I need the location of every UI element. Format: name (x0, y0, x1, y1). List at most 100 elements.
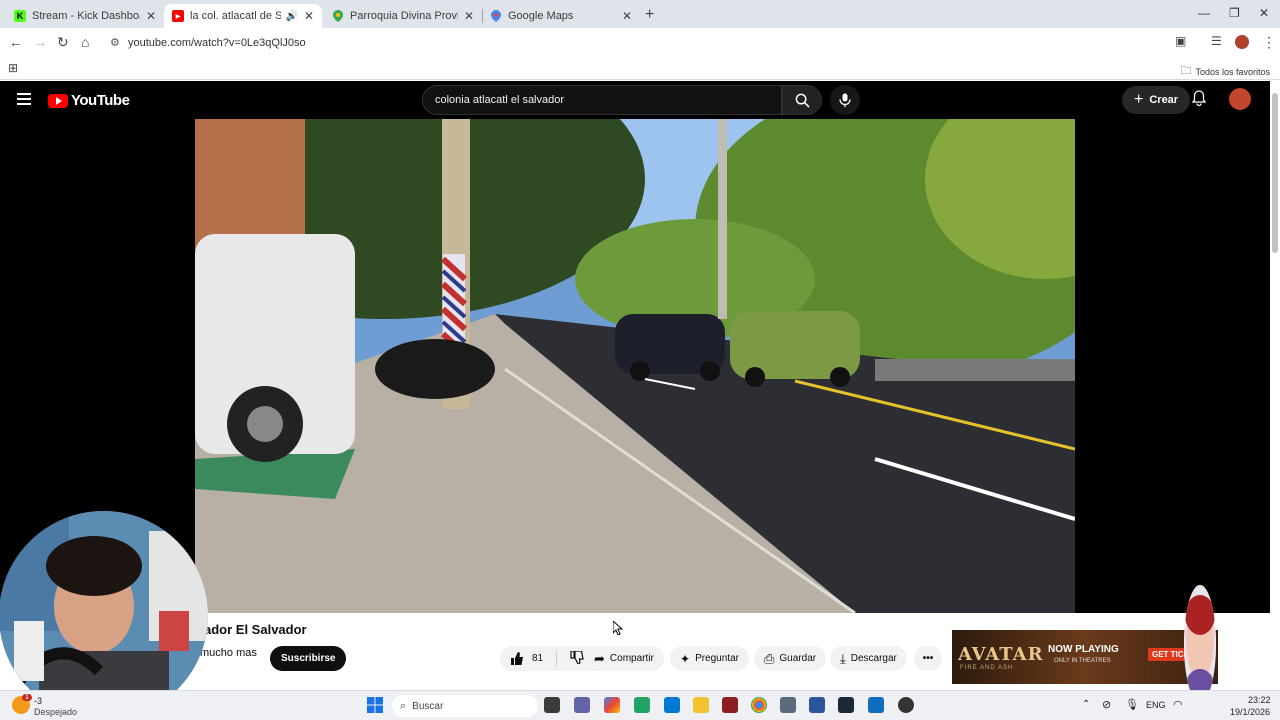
webcam-frame (0, 511, 208, 720)
wifi-icon[interactable]: ◠ (1173, 698, 1183, 711)
side-panel-icon[interactable]: ▣ (1175, 34, 1186, 48)
ad-subtext: ONLY IN THEATRES (1054, 658, 1111, 664)
word-icon[interactable] (809, 697, 825, 713)
url-text: youtube.com/watch?v=0Le3qQlJ0so (128, 37, 306, 49)
channel-subtitle: mucho mas (200, 647, 257, 659)
outlook-icon[interactable] (664, 697, 680, 713)
minimize-button[interactable]: — (1198, 6, 1210, 20)
tab-title: Parroquia Divina Providencia - (350, 10, 458, 22)
tab-kick-dashboard[interactable]: K Stream - Kick Dashboard ✕ (6, 4, 165, 28)
all-bookmarks-label: Todos los favoritos (1195, 66, 1270, 77)
clock-date[interactable]: 19/1/2026 (1230, 707, 1270, 717)
video-player[interactable] (195, 119, 1075, 613)
like-button[interactable]: 81 (510, 652, 543, 665)
share-label: Compartir (609, 653, 654, 664)
youtube-logo-text: YouTube (71, 92, 130, 109)
ask-button[interactable]: ✦ Preguntar (670, 646, 749, 671)
teams-icon[interactable] (574, 697, 590, 713)
youtube-logo[interactable]: YouTube (48, 92, 130, 109)
media-app-icon[interactable] (722, 697, 738, 713)
tab-google-maps[interactable]: Google Maps ✕ (482, 4, 640, 28)
bookmark-icon: ⎙ (764, 650, 775, 666)
hamburger-menu-icon[interactable] (17, 93, 31, 108)
app-green-icon[interactable] (634, 697, 650, 713)
ask-label: Preguntar (695, 653, 739, 664)
camera-app-icon[interactable] (780, 697, 796, 713)
close-icon[interactable]: ✕ (622, 9, 632, 23)
sparkle-icon: ✦ (680, 651, 691, 666)
more-horizontal-icon: ••• (922, 653, 934, 664)
forward-icon[interactable]: → (33, 34, 47, 50)
all-bookmarks[interactable]: 🗀 Todos los favoritos (1180, 62, 1270, 81)
close-icon[interactable]: ✕ (304, 9, 314, 23)
browser-tab-bar: K Stream - Kick Dashboard ✕ ▶ la col. at… (0, 0, 1280, 28)
page-scrollbar[interactable] (1270, 81, 1280, 690)
microphone-icon (839, 93, 851, 107)
search-button[interactable] (782, 85, 822, 115)
thumbs-down-icon (570, 649, 584, 665)
address-bar[interactable]: ⚙ youtube.com/watch?v=0Le3qQlJ0so (104, 31, 1164, 55)
home-icon[interactable]: ⌂ (81, 34, 89, 50)
close-window-button[interactable]: ✕ (1259, 6, 1269, 20)
new-tab-button[interactable]: + (645, 6, 654, 24)
download-button[interactable]: ⤓ Descargar (830, 646, 907, 671)
share-button[interactable]: ➦ Compartir (584, 646, 664, 671)
voice-search-button[interactable] (830, 85, 860, 115)
network-icon[interactable]: ⊘ (1102, 698, 1111, 711)
secondary-overlay (1184, 585, 1216, 703)
taskbar-search[interactable]: ⌕ Buscar (392, 695, 538, 717)
weather-text: Despejado (34, 707, 78, 717)
more-actions-button[interactable]: ••• (914, 646, 942, 671)
mouse-cursor (612, 619, 624, 638)
apps-grid-icon[interactable]: ⊞ (8, 61, 18, 75)
microphone-tray-icon[interactable]: 🎙 (1125, 698, 1139, 711)
youtube-masthead: YouTube colonia atlacatl el salvador + C… (0, 81, 1270, 119)
site-info-icon[interactable]: ⚙ (110, 36, 120, 49)
file-explorer-icon[interactable] (693, 697, 709, 713)
obs-icon[interactable] (898, 697, 914, 713)
bookmarks-bar: ⊞ 🗀 Todos los favoritos (0, 58, 1280, 80)
tab-youtube-video[interactable]: ▶ la col. atlacatl de San Salva 🔊 ✕ (164, 4, 322, 28)
search-input[interactable]: colonia atlacatl el salvador (422, 85, 782, 115)
speaker-icon[interactable]: 🔊 (285, 11, 297, 22)
tab-parroquia[interactable]: Parroquia Divina Providencia - ✕ (324, 4, 483, 28)
chrome-icon[interactable] (751, 697, 767, 713)
store-icon[interactable] (868, 697, 884, 713)
user-avatar[interactable] (1229, 88, 1251, 110)
menu-icon[interactable]: ⋮ (1262, 34, 1276, 51)
windows-start-icon[interactable] (367, 697, 383, 713)
create-label: Crear (1149, 94, 1179, 106)
copilot-icon[interactable] (604, 697, 620, 713)
profile-avatar[interactable] (1235, 35, 1249, 49)
restore-button[interactable]: ❐ (1229, 6, 1240, 20)
maps-pin-icon (332, 10, 344, 22)
video-frame (195, 119, 1075, 613)
reading-list-icon[interactable]: ☰ (1211, 34, 1222, 48)
steam-icon[interactable] (838, 697, 854, 713)
dislike-button[interactable] (570, 649, 584, 667)
ad-tagline: NOW PLAYING (1048, 644, 1119, 655)
close-icon[interactable]: ✕ (464, 9, 474, 23)
search-icon: ⌕ (400, 699, 407, 712)
notifications-bell-icon[interactable] (1191, 90, 1207, 109)
back-icon[interactable]: ← (9, 34, 23, 50)
close-icon[interactable]: ✕ (146, 9, 156, 23)
clock-time[interactable]: 23:22 (1248, 695, 1271, 705)
download-label: Descargar (850, 653, 897, 664)
save-button[interactable]: ⎙ Guardar (754, 646, 827, 671)
youtube-play-icon (48, 93, 68, 108)
create-button[interactable]: + Crear (1122, 86, 1191, 114)
taskbar-search-placeholder: Buscar (412, 700, 444, 712)
ad-banner[interactable]: AVATAR NOW PLAYING ONLY IN THEATRES FIRE… (952, 630, 1218, 684)
save-label: Guardar (779, 653, 817, 664)
task-view-icon[interactable] (544, 697, 560, 713)
language-indicator[interactable]: ENG (1146, 700, 1166, 710)
ad-line: FIRE AND ASH (960, 665, 1014, 671)
weather-temp: -3 (34, 696, 43, 706)
scrollbar-thumb[interactable] (1272, 93, 1278, 253)
search-input-value: colonia atlacatl el salvador (435, 94, 565, 106)
reload-icon[interactable]: ↻ (57, 34, 69, 51)
subscribe-button[interactable]: Suscribirse (270, 646, 347, 671)
chevron-up-icon[interactable]: ⌃ (1082, 699, 1090, 710)
like-count: 81 (532, 653, 544, 664)
